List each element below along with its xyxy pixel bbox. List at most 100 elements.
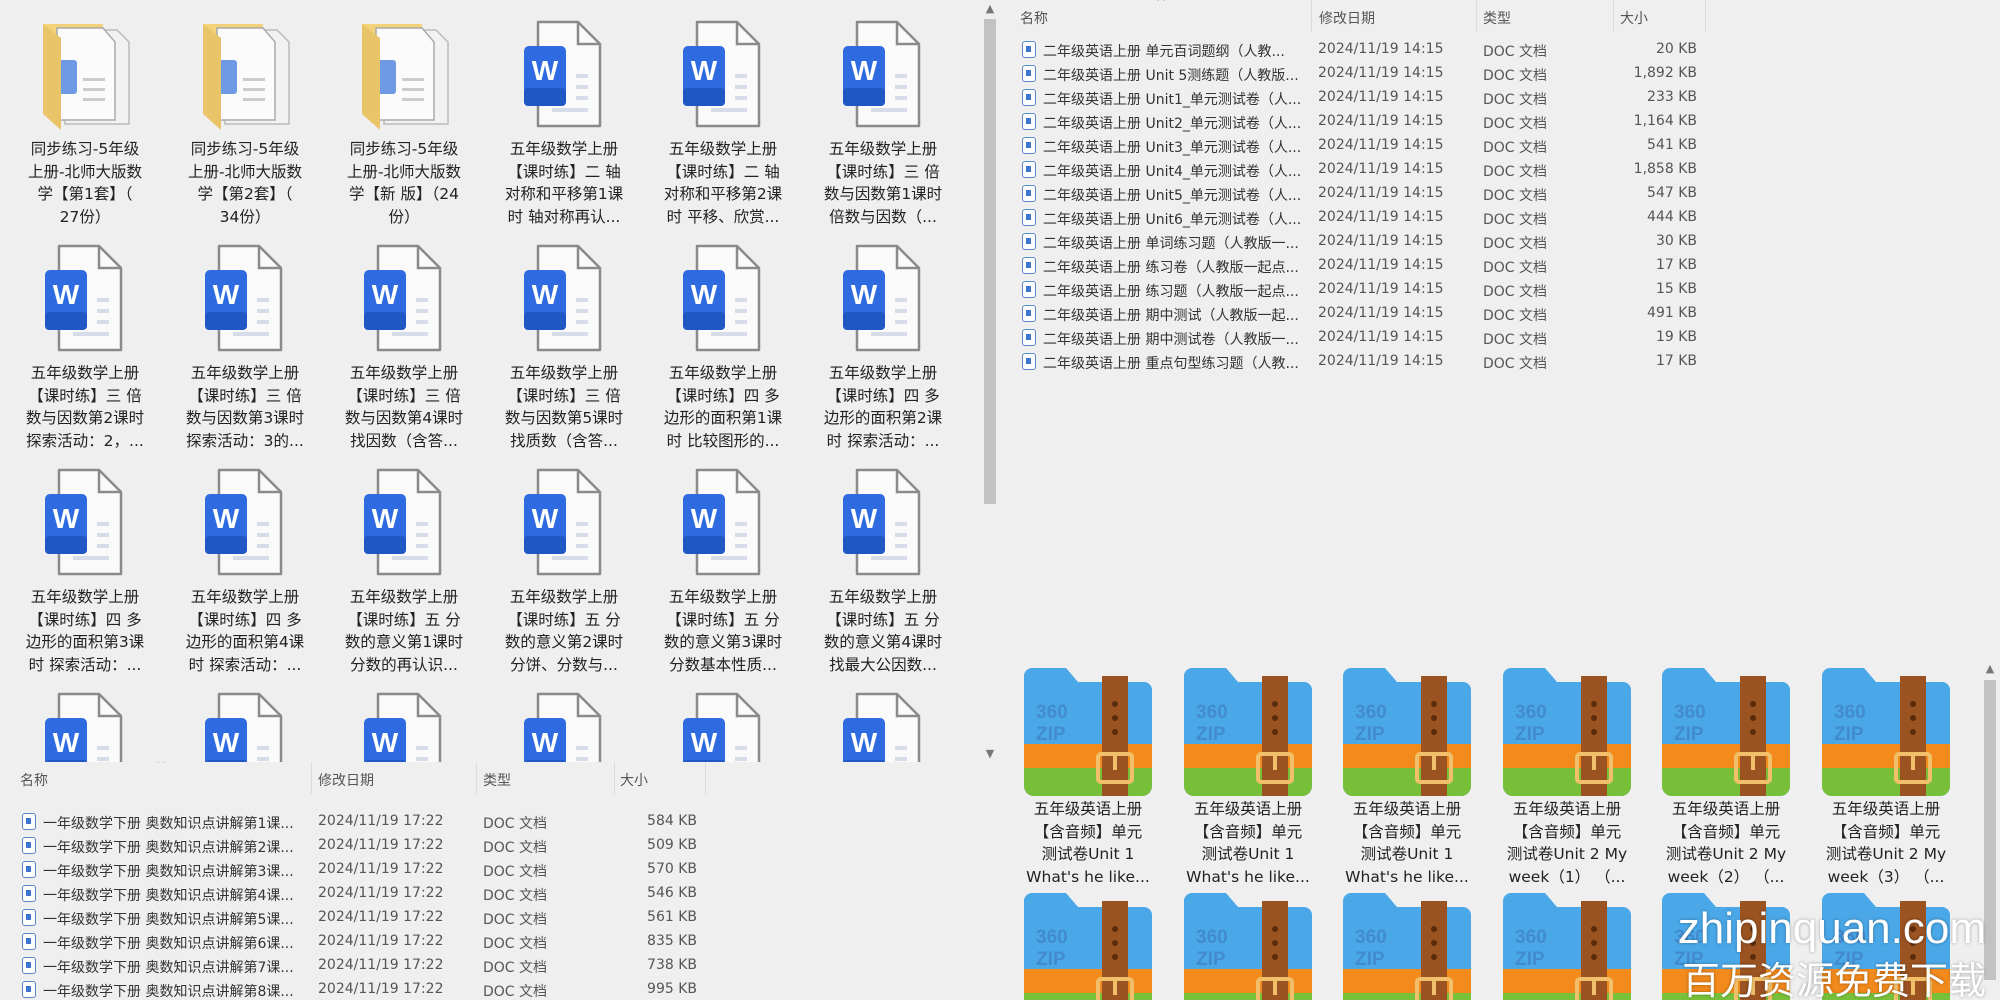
word-document-icon: W [181, 466, 309, 578]
word-file-item[interactable]: W 五年级数学上册 【课时练】四 多边形的面积第2课时 探索活动：... [808, 242, 958, 452]
sort-ascending-icon[interactable]: ^ [156, 762, 166, 771]
file-size: 509 KB [647, 837, 697, 853]
file-row[interactable]: 二年级英语上册 Unit5_单元测试卷（人... 2024/11/19 14:1… [1000, 182, 2000, 206]
label-line: 【含音频】单元 [1512, 822, 1622, 841]
scroll-down-icon[interactable]: ▼ [980, 747, 1000, 760]
zip-file-item[interactable]: 360 ZIP 五年级英语上册 【含音频】单元 测试卷Unit 2 My week（1）… [1492, 668, 1642, 888]
word-file-item[interactable]: W 五年级数学上册 【课时练】三 倍数与因数第1课时 倍数与因数（... [808, 18, 958, 228]
vertical-scrollbar[interactable]: ▲ ▼ [980, 0, 1000, 762]
file-row[interactable]: 二年级英语上册 单元百词题纲（人教... 2024/11/19 14:15 DO… [1000, 38, 2000, 62]
word-file-item[interactable]: W 五年级数学上册 【课时练】三 倍数与因数第4课时 找因数（含答... [329, 242, 479, 452]
word-file-item[interactable]: W 五年级数学上册 【课时练】三 倍数与因数第2课时 探索活动：2，... [10, 242, 160, 452]
zip-file-item[interactable]: 360 ZIP 五年级英语上册 【含音频】单元 测试卷Unit 1 What's he … [1013, 668, 1163, 888]
file-row[interactable]: 二年级英语上册 练习卷（人教版一起点... 2024/11/19 14:15 D… [1000, 254, 2000, 278]
scrollbar-thumb[interactable] [984, 19, 996, 504]
file-size: 444 KB [1647, 209, 1697, 225]
file-row[interactable]: 一年级数学下册 奥数知识点讲解第4课... 2024/11/19 17:22 D… [0, 882, 1000, 906]
column-size[interactable]: 大小 [620, 770, 648, 790]
zip-file-item[interactable]: 360 ZIP 五年级英语上册 【含音频】单元 测试卷Unit 2 My week（2）… [1651, 668, 1801, 888]
file-row[interactable]: 二年级英语上册 Unit4_单元测试卷（人... 2024/11/19 14:1… [1000, 158, 2000, 182]
file-row[interactable]: 二年级英语上册 Unit 5测练题（人教版... 2024/11/19 14:1… [1000, 62, 2000, 86]
word-file-icon [1022, 89, 1036, 106]
word-document-icon: W [500, 690, 628, 762]
file-row[interactable]: 二年级英语上册 Unit3_单元测试卷（人... 2024/11/19 14:1… [1000, 134, 2000, 158]
word-file-item[interactable]: W 五年级数学上册 【课时练】五 分数的意义第3课时 分数基本性质... [648, 466, 798, 676]
word-file-item[interactable]: W 五年级数学上册 【课时练】二 轴对称和平移第1课时 轴对称再认... [489, 18, 639, 228]
label-line: 【课时练】三 倍 [188, 386, 302, 405]
column-date[interactable]: 修改日期 [1319, 8, 1375, 28]
word-file-item[interactable]: W 五年级数学上册 【课时练】二 轴对称和平移第2课时 平移、欣赏... [648, 18, 798, 228]
zip-file-item[interactable]: 360 ZIP 五年级英语上册 【含音频】单元 测试卷Unit 1 What's he … [1173, 668, 1323, 888]
file-row[interactable]: 二年级英语上册 Unit6_单元测试卷（人... 2024/11/19 14:1… [1000, 206, 2000, 230]
sort-ascending-icon[interactable]: ^ [1156, 0, 1166, 9]
file-row[interactable]: 二年级英语上册 Unit1_单元测试卷（人... 2024/11/19 14:1… [1000, 86, 2000, 110]
zip-file-item[interactable]: 360 ZIP [1492, 893, 1642, 1000]
word-file-item[interactable]: W 五年级数学上册 【课时练】四 多边形的面积第4课时 探索活动：... [170, 466, 320, 676]
word-file-item[interactable]: W [808, 690, 958, 762]
zip-file-item[interactable]: 360 ZIP [1013, 893, 1163, 1000]
scroll-up-icon[interactable]: ▲ [980, 2, 1000, 15]
word-file-item[interactable]: W [170, 690, 320, 762]
word-file-item[interactable]: W 五年级数学上册 【课时练】四 多边形的面积第1课时 比较图形的... [648, 242, 798, 452]
svg-text:ZIP: ZIP [1196, 949, 1226, 970]
file-type: DOC 文档 [483, 864, 548, 880]
column-date[interactable]: 修改日期 [318, 770, 374, 790]
label-line: What's he like... [1345, 867, 1469, 886]
word-file-item[interactable]: W 五年级数学上册 【课时练】四 多边形的面积第3课时 探索活动：... [10, 466, 160, 676]
file-row[interactable]: 二年级英语上册 重点句型练习题（人教... 2024/11/19 14:15 D… [1000, 350, 2000, 374]
file-row[interactable]: 二年级英语上册 练习题（人教版一起点... 2024/11/19 14:15 D… [1000, 278, 2000, 302]
file-size: 15 KB [1655, 281, 1697, 297]
zip-file-item[interactable]: 360 ZIP [1173, 893, 1323, 1000]
zip-archive-icon: 360 ZIP [1503, 893, 1631, 1000]
column-type[interactable]: 类型 [1483, 8, 1511, 28]
word-file-item[interactable]: W [648, 690, 798, 762]
zip-file-item[interactable]: 360 ZIP 五年级英语上册 【含音频】单元 测试卷Unit 2 My week（3）… [1811, 668, 1961, 888]
file-row[interactable]: 一年级数学下册 奥数知识点讲解第7课... 2024/11/19 17:22 D… [0, 954, 1000, 978]
zip-file-item[interactable]: 360 ZIP [1332, 893, 1482, 1000]
file-row[interactable]: 二年级英语上册 期中测试卷（人教版一... 2024/11/19 14:15 D… [1000, 326, 2000, 350]
word-file-item[interactable]: W [329, 690, 479, 762]
word-file-icon [22, 813, 36, 830]
word-file-item[interactable]: W 五年级数学上册 【课时练】三 倍数与因数第5课时 找质数（含答... [489, 242, 639, 452]
file-row[interactable]: 一年级数学下册 奥数知识点讲解第5课... 2024/11/19 17:22 D… [0, 906, 1000, 930]
file-row[interactable]: 二年级英语上册 Unit2_单元测试卷（人... 2024/11/19 14:1… [1000, 110, 2000, 134]
word-file-icon [22, 981, 36, 998]
label-line: 测试卷Unit 2 My [1825, 845, 1947, 863]
word-file-item[interactable]: W 五年级数学上册 【课时练】五 分数的意义第4课时 找最大公因数... [808, 466, 958, 676]
column-header: ^ 名称 修改日期 类型 大小 [0, 762, 1000, 798]
item-label: 五年级英语上册 【含音频】单元 测试卷Unit 1 What's he like... [1332, 798, 1482, 888]
file-row[interactable]: 一年级数学下册 奥数知识点讲解第8课... 2024/11/19 17:22 D… [0, 978, 1000, 1000]
file-row[interactable]: 二年级英语上册 期中测试（人教版一起... 2024/11/19 14:15 D… [1000, 302, 2000, 326]
file-type: DOC 文档 [1483, 212, 1548, 228]
file-name: 一年级数学下册 奥数知识点讲解第1课... [43, 816, 294, 832]
scroll-up-icon[interactable]: ▲ [1980, 662, 2000, 675]
file-row[interactable]: 二年级英语上册 单词练习题（人教版一... 2024/11/19 14:15 D… [1000, 230, 2000, 254]
folder-item[interactable]: 同步练习-5年级 上册-北师大版数 学【第2套】（ 34份） [170, 18, 320, 228]
svg-text:360: 360 [1036, 927, 1068, 948]
file-row[interactable]: 一年级数学下册 奥数知识点讲解第2课... 2024/11/19 17:22 D… [0, 834, 1000, 858]
file-row[interactable]: 一年级数学下册 奥数知识点讲解第6课... 2024/11/19 17:22 D… [0, 930, 1000, 954]
word-file-item[interactable]: W [489, 690, 639, 762]
column-name[interactable]: 名称 [20, 770, 48, 790]
word-file-item[interactable]: W 五年级数学上册 【课时练】五 分数的意义第1课时 分数的再认识... [329, 466, 479, 676]
column-type[interactable]: 类型 [483, 770, 511, 790]
zip-file-item[interactable]: 360 ZIP 五年级英语上册 【含音频】单元 测试卷Unit 1 What's he … [1332, 668, 1482, 888]
file-size: 541 KB [1647, 137, 1697, 153]
label-line: 数与因数第1课时 [823, 185, 943, 203]
label-line: 数的意义第4课时 [823, 633, 943, 651]
word-file-item[interactable]: W 五年级数学上册 【课时练】三 倍数与因数第3课时 探索活动：3的... [170, 242, 320, 452]
file-date: 2024/11/19 14:15 [1318, 41, 1444, 57]
column-size[interactable]: 大小 [1620, 8, 1648, 28]
folder-item[interactable]: 同步练习-5年级 上册-北师大版数 学【新 版】（24 份） [329, 18, 479, 228]
file-size: 561 KB [647, 909, 697, 925]
folder-item[interactable]: 同步练习-5年级 上册-北师大版数 学【第1套】（ 27份） [10, 18, 160, 228]
svg-text:360: 360 [1674, 702, 1706, 723]
column-name[interactable]: 名称 [1020, 8, 1048, 28]
word-file-item[interactable]: W [10, 690, 160, 762]
file-row[interactable]: 一年级数学下册 奥数知识点讲解第1课... 2024/11/19 17:22 D… [0, 810, 1000, 834]
svg-text:W: W [851, 55, 878, 86]
word-document-icon: W [659, 690, 787, 762]
label-line: 对称和平移第1课 [504, 185, 624, 203]
word-file-item[interactable]: W 五年级数学上册 【课时练】五 分数的意义第2课时 分饼、分数与... [489, 466, 639, 676]
file-row[interactable]: 一年级数学下册 奥数知识点讲解第3课... 2024/11/19 17:22 D… [0, 858, 1000, 882]
